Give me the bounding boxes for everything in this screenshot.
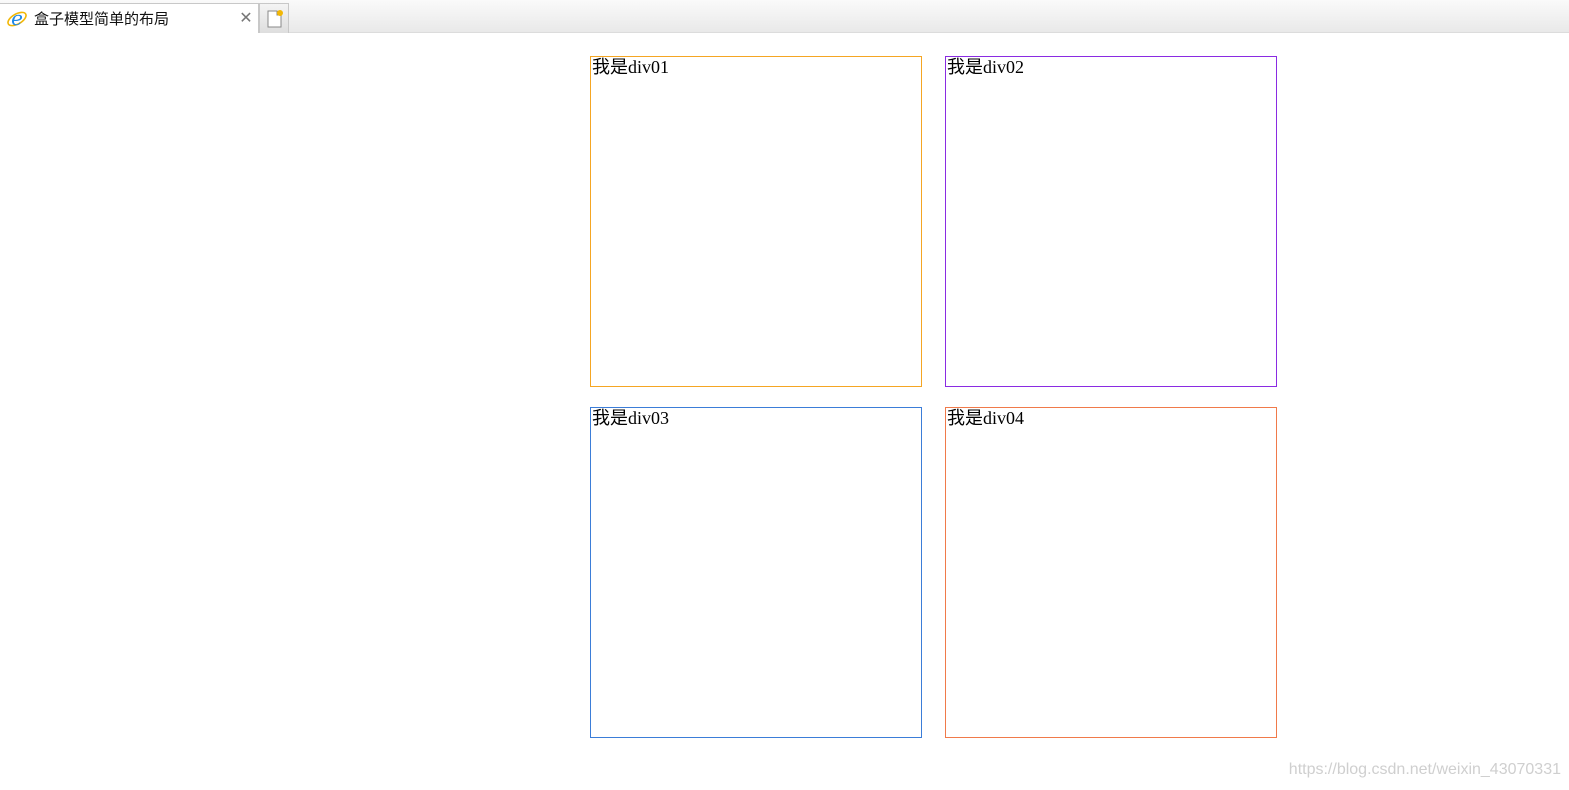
browser-tab[interactable]: e 盒子模型简单的布局 ✕ — [0, 3, 259, 33]
new-tab-icon — [267, 10, 283, 28]
div04-box: 我是div04 — [945, 407, 1277, 738]
div02-label: 我是div02 — [947, 57, 1025, 77]
tab-title: 盒子模型简单的布局 — [34, 10, 170, 28]
div03-label: 我是div03 — [592, 408, 670, 428]
div03-box: 我是div03 — [590, 407, 922, 738]
div02-box: 我是div02 — [945, 56, 1277, 387]
watermark-url: https://blog.csdn.net/weixin_43070331 — [1288, 761, 1561, 778]
div04-label: 我是div04 — [947, 408, 1025, 428]
ie-icon: e — [6, 6, 28, 30]
browser-tab-bar: e 盒子模型简单的布局 ✕ — [0, 0, 1569, 33]
new-tab-button[interactable] — [259, 3, 289, 33]
close-icon[interactable]: ✕ — [238, 10, 254, 26]
svg-text:e: e — [11, 8, 23, 30]
div01-label: 我是div01 — [592, 57, 670, 77]
div01-box: 我是div01 — [590, 56, 922, 387]
